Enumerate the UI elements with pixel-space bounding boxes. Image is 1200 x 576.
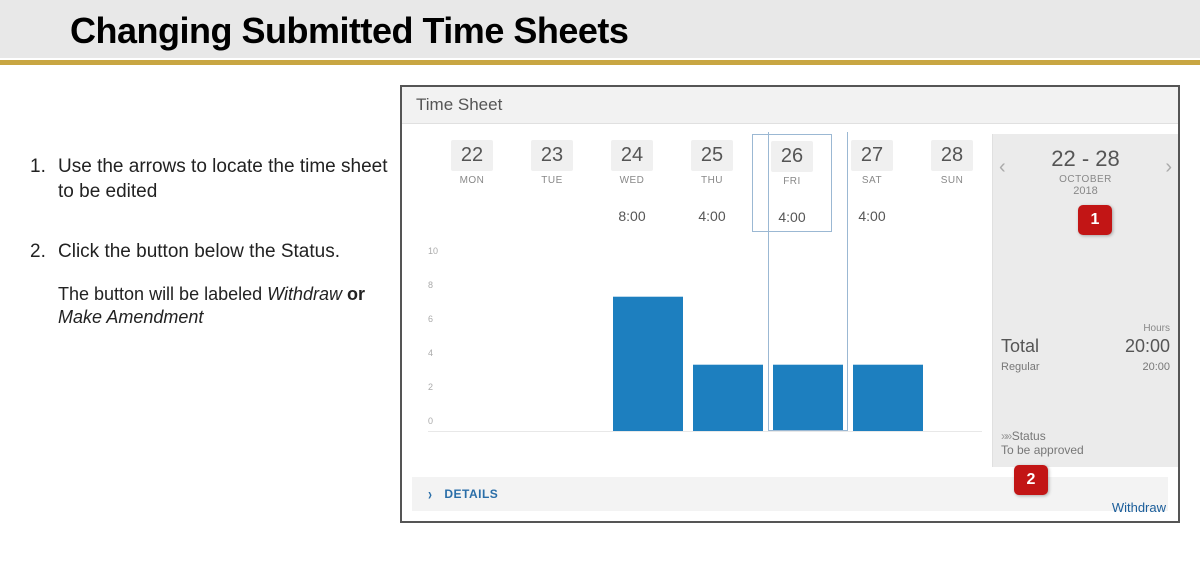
details-toggle[interactable]: DETAILS <box>412 477 1168 511</box>
y-tick: 10 <box>428 246 438 256</box>
y-tick: 0 <box>428 416 433 426</box>
chart-bar <box>773 363 843 431</box>
day-number: 23 <box>531 140 573 171</box>
day-hours <box>432 208 512 224</box>
timesheet-app: Time Sheet 22MON23TUE24WED8:0025THU4:002… <box>400 85 1180 523</box>
step-number: 2. <box>30 240 58 329</box>
hours-chart: 0246810 <box>428 252 982 432</box>
y-tick: 4 <box>428 348 433 358</box>
regular-label: Regular <box>1001 361 1040 373</box>
status-value: To be approved <box>1001 443 1170 457</box>
day-hours: 4:00 <box>832 208 912 224</box>
day-abbr: WED <box>592 175 672 186</box>
date-range: ‹ 22 - 28 OCTOBER 2018 › <box>1001 142 1170 203</box>
total-label: Total <box>1001 336 1039 357</box>
callout-2: 2 <box>1014 465 1048 495</box>
y-tick: 6 <box>428 314 433 324</box>
day-column[interactable]: 27 SAT 4:00 <box>832 134 912 232</box>
day-hours: 4:00 <box>672 208 752 224</box>
day-abbr: FRI <box>753 176 831 187</box>
chart-bar <box>613 295 683 431</box>
status-label: Status <box>1001 429 1170 443</box>
totals: Hours Total 20:00 Regular 20:00 <box>1001 323 1170 373</box>
day-column[interactable]: 25 THU 4:00 <box>672 134 752 232</box>
chart-bar <box>693 363 763 431</box>
slide-title: Changing Submitted Time Sheets <box>70 10 1200 52</box>
total-value: 20:00 <box>1125 336 1170 357</box>
day-column[interactable]: 23 TUE <box>512 134 592 232</box>
step-text: Use the arrows to locate the time sheet … <box>58 155 400 204</box>
prev-week-arrow[interactable]: ‹ <box>999 156 1006 179</box>
step-subtext: The button will be labeled Withdraw or M… <box>58 283 400 330</box>
day-abbr: TUE <box>512 175 592 186</box>
day-number: 26 <box>771 141 813 172</box>
regular-value: 20:00 <box>1142 361 1170 373</box>
day-hours <box>512 208 592 224</box>
day-column[interactable]: 28 SUN <box>912 134 992 232</box>
step-text: Click the button below the Status. <box>58 240 400 265</box>
y-tick: 2 <box>428 382 433 392</box>
chart-bar <box>853 363 923 431</box>
day-column[interactable]: 26 FRI 4:00 <box>752 134 832 232</box>
day-column[interactable]: 24 WED 8:00 <box>592 134 672 232</box>
day-abbr: THU <box>672 175 752 186</box>
instructions: 1. Use the arrows to locate the time she… <box>30 85 400 366</box>
day-number: 25 <box>691 140 733 171</box>
day-hours <box>912 208 992 224</box>
day-abbr: MON <box>432 175 512 186</box>
callout-1: 1 <box>1078 205 1112 235</box>
date-range-text: 22 - 28 <box>1001 146 1170 172</box>
day-hours: 8:00 <box>592 208 672 224</box>
day-abbr: SAT <box>832 175 912 186</box>
day-number: 22 <box>451 140 493 171</box>
day-number: 27 <box>851 140 893 171</box>
date-range-month: OCTOBER <box>1001 174 1170 185</box>
y-tick: 8 <box>428 280 433 290</box>
status-block: Status To be approved <box>1001 429 1170 457</box>
header-bar: Changing Submitted Time Sheets <box>0 0 1200 58</box>
day-abbr: SUN <box>912 175 992 186</box>
days-header: 22 MON 23 TUE 24 WED 8:00 25 THU 4:00 26 FRI 4:00 27 S… <box>412 134 992 232</box>
day-column[interactable]: 22 MON <box>432 134 512 232</box>
day-number: 28 <box>931 140 973 171</box>
step-number: 1. <box>30 155 58 204</box>
day-number: 24 <box>611 140 653 171</box>
day-hours: 4:00 <box>753 209 831 225</box>
panel-title: Time Sheet <box>402 87 1178 124</box>
hours-label: Hours <box>1001 323 1170 334</box>
